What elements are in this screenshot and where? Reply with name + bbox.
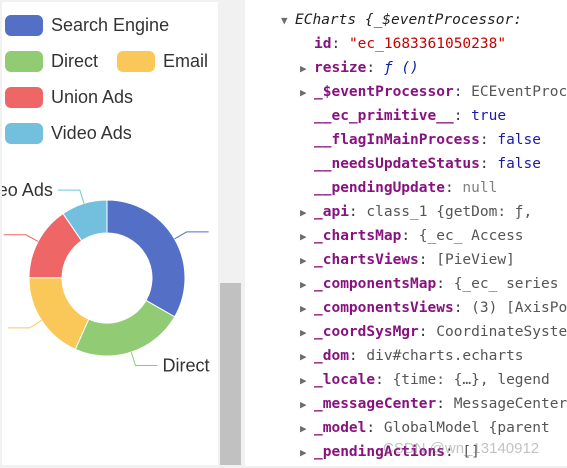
property-key: resize — [314, 60, 367, 76]
property-key: _api — [314, 204, 349, 220]
expand-triangle-icon[interactable]: ▶ — [300, 273, 314, 297]
separator: : — [331, 36, 349, 52]
property-value: {_ec_ Access — [418, 228, 524, 244]
property-value: ƒ () — [383, 60, 419, 76]
property-row[interactable]: ▶ _chartsViews: [PieView] — [300, 248, 515, 272]
property-value: "ec_1683361050238" — [348, 36, 507, 52]
watermark: CSDN @wn_13140912 — [383, 440, 540, 457]
scrollbar-thumb[interactable] — [220, 283, 241, 465]
label-line — [130, 351, 158, 366]
property-row[interactable]: ▶ _locale: {time: {…}, legend — [300, 368, 550, 392]
property-row: __flagInMainProcess: false — [300, 128, 541, 152]
pie-slice-direct[interactable] — [74, 299, 176, 357]
label-line — [7, 319, 42, 329]
separator: : — [479, 156, 498, 172]
label-line — [57, 189, 85, 204]
devtools-object-inspector: ▼ ECharts {_$eventProcessor: id: "ec_1683… — [245, 0, 567, 466]
expanded-triangle-icon[interactable]: ▼ — [281, 9, 295, 33]
separator: : — [348, 204, 367, 220]
property-row[interactable]: ▶_$eventProcessor: ECEventProcessor — [300, 80, 567, 104]
object-header[interactable]: ▼ ECharts {_$eventProcessor: — [281, 8, 522, 32]
property-key: _componentsViews — [314, 300, 454, 316]
property-row[interactable]: ▶ resize: ƒ () — [300, 56, 419, 80]
property-key: _dom — [314, 348, 349, 364]
expand-triangle-icon[interactable]: ▶ — [300, 81, 314, 105]
property-value: true — [471, 108, 507, 124]
object-header-label: ECharts {_$eventProcessor: — [295, 12, 522, 28]
property-value: MessageCenter — [453, 396, 567, 412]
separator: : — [453, 108, 472, 124]
property-value: {_ec_ series — [453, 276, 559, 292]
separator: : — [366, 420, 384, 436]
property-value: [PieView] — [436, 252, 515, 268]
chart-panel: Search Engine Direct Email Union Ads Vid… — [2, 2, 218, 465]
property-row[interactable]: ▶ _dom: div#charts.echarts — [300, 344, 524, 368]
expand-triangle-icon[interactable]: ▶ — [300, 321, 314, 345]
property-value: GlobalModel {parent — [383, 420, 550, 436]
property-key: _componentsMap — [314, 276, 437, 292]
separator: : — [444, 180, 463, 196]
property-value: (3) [AxisPointer — [471, 300, 567, 316]
property-row[interactable]: ▶ _coordSysMgr: CoordinateSystem — [300, 320, 567, 344]
label-line — [3, 234, 39, 242]
separator: : — [418, 252, 437, 268]
property-key: _messageCenter — [314, 396, 437, 412]
property-value: CoordinateSystem — [436, 324, 567, 340]
expand-triangle-icon[interactable]: ▶ — [300, 369, 314, 393]
separator: : — [436, 276, 454, 292]
separator: : — [479, 132, 498, 148]
expand-triangle-icon[interactable]: ▶ — [300, 345, 314, 369]
separator: : — [401, 228, 419, 244]
pie-slice-search-engine[interactable] — [106, 199, 186, 318]
expand-triangle-icon[interactable]: ▶ — [300, 441, 314, 465]
expand-triangle-icon[interactable]: ▶ — [300, 393, 314, 417]
property-row[interactable]: ▶ _model: GlobalModel {parent — [300, 416, 550, 440]
separator: : — [375, 372, 393, 388]
property-row[interactable]: ▶ _api: class_1 {getDom: ƒ, — [300, 200, 532, 224]
property-row[interactable]: ▶ _chartsMap: {_ec_ Access — [300, 224, 524, 248]
property-key: id — [314, 36, 332, 52]
property-row: __needsUpdateStatus: false — [300, 152, 541, 176]
donut-chart: Direct Video Ads — [2, 180, 210, 375]
property-row[interactable]: ▶ _messageCenter: MessageCenter — [300, 392, 567, 416]
property-key: __needsUpdateStatus — [314, 156, 480, 172]
property-row: __pendingUpdate: null — [300, 176, 497, 200]
expand-triangle-icon[interactable]: ▶ — [300, 57, 314, 81]
property-key: _$eventProcessor — [314, 84, 454, 100]
separator: : — [453, 84, 472, 100]
property-row[interactable]: ▶ _componentsMap: {_ec_ series — [300, 272, 558, 296]
expand-triangle-icon[interactable]: ▶ — [300, 201, 314, 225]
expand-triangle-icon[interactable]: ▶ — [300, 417, 314, 441]
slice-label: Video Ads — [2, 180, 53, 200]
property-value: null — [462, 180, 498, 196]
property-value: ECEventProcessor — [471, 84, 567, 100]
property-key: __pendingUpdate — [314, 180, 445, 196]
expand-triangle-icon[interactable]: ▶ — [300, 225, 314, 249]
label-line — [174, 231, 209, 240]
separator: : — [348, 348, 367, 364]
property-key: _model — [314, 420, 367, 436]
property-value: class_1 {getDom: ƒ, — [366, 204, 533, 220]
property-key: _coordSysMgr — [314, 324, 419, 340]
slice-label: Direct — [163, 355, 210, 375]
separator: : — [453, 300, 472, 316]
property-key: _chartsViews — [314, 252, 419, 268]
property-key: _locale — [314, 372, 376, 388]
property-key: __flagInMainProcess — [314, 132, 480, 148]
expand-triangle-icon[interactable]: ▶ — [300, 297, 314, 321]
property-value: false — [497, 156, 541, 172]
property-value: {time: {…}, legend — [392, 372, 550, 388]
property-key: _chartsMap — [314, 228, 402, 244]
property-row: __ec_primitive__: true — [300, 104, 506, 128]
separator: : — [418, 324, 437, 340]
property-key: __ec_primitive__ — [314, 108, 454, 124]
expand-triangle-icon[interactable]: ▶ — [300, 249, 314, 273]
property-row: id: "ec_1683361050238" — [300, 32, 506, 56]
separator: : — [366, 60, 384, 76]
pie-slice-email[interactable] — [28, 277, 90, 350]
separator: : — [436, 396, 454, 412]
property-row[interactable]: ▶_componentsViews: (3) [AxisPointer — [300, 296, 567, 320]
property-value: div#charts.echarts — [366, 348, 524, 364]
property-value: false — [497, 132, 541, 148]
